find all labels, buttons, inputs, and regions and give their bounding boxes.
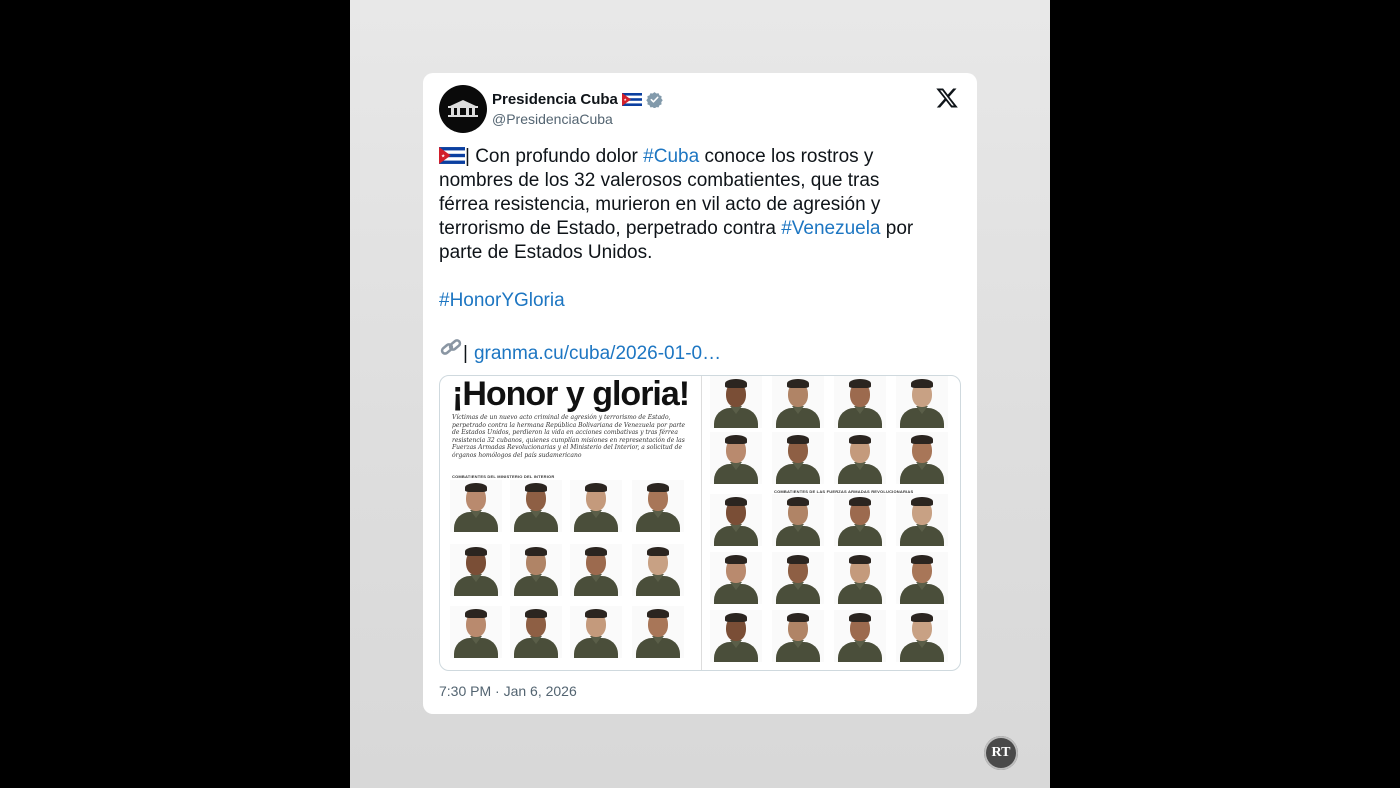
section-heading-minint: COMBATIENTES DEL MINISTERIO DEL INTERIOR: [452, 474, 555, 479]
tweet-timestamp[interactable]: 7:30 PM · Jan 6, 2026: [439, 683, 577, 699]
x-logo-icon[interactable]: [935, 86, 959, 110]
portrait: [510, 606, 562, 658]
portrait: [710, 494, 762, 546]
portrait: [570, 480, 622, 532]
tweet-text-segment: conoce los rostros y: [699, 146, 874, 167]
portrait: [896, 494, 948, 546]
portrait: [710, 432, 762, 484]
tweet-line-3: férrea resistencia, murieron en vil acto…: [439, 194, 881, 215]
portrait: [450, 544, 502, 596]
rt-watermark: RT: [984, 736, 1018, 770]
verified-badge-icon: [646, 91, 663, 108]
portrait: [710, 552, 762, 604]
portrait: [834, 432, 886, 484]
portrait: [772, 552, 824, 604]
cuba-flag-icon: [439, 147, 465, 164]
portrait: [772, 610, 824, 662]
poster-title: ¡Honor y gloria!: [452, 375, 690, 413]
hashtag-venezuela[interactable]: #Venezuela: [781, 218, 880, 239]
article-link[interactable]: granma.cu/cuba/2026-01-0…: [474, 343, 721, 364]
portrait: [450, 480, 502, 532]
tweet-line-5: parte de Estados Unidos.: [439, 242, 653, 263]
video-frame: Presidencia Cuba @PresidenciaCuba | Con …: [350, 0, 1050, 788]
media-right-panel: COMBATIENTES DE LAS FUERZAS ARMADAS REVO…: [704, 376, 960, 670]
portrait: [896, 432, 948, 484]
portrait: [450, 606, 502, 658]
tweet-text-segment: terrorismo de Estado, perpetrado contra: [439, 218, 782, 239]
portrait: [772, 494, 824, 546]
tweet-text: | Con profundo dolor #Cuba conoce los ro…: [439, 145, 959, 366]
portrait: [710, 610, 762, 662]
media-divider: [701, 376, 702, 670]
portrait: [834, 376, 886, 428]
portrait: [896, 376, 948, 428]
portrait: [896, 610, 948, 662]
media-image[interactable]: ¡Honor y gloria! Víctimas de un nuevo ac…: [439, 375, 961, 671]
author-name-row[interactable]: Presidencia Cuba: [492, 88, 663, 110]
link-row: | granma.cu/cuba/2026-01-0…: [439, 337, 959, 366]
display-name[interactable]: Presidencia Cuba: [492, 91, 618, 108]
portrait: [772, 432, 824, 484]
cuba-flag-icon: [621, 92, 642, 106]
hashtag-cuba[interactable]: #Cuba: [643, 146, 699, 167]
tweet-line-2: nombres de los 32 valerosos combatientes…: [439, 170, 880, 191]
portrait: [510, 544, 562, 596]
hashtag-honorygloria[interactable]: #HonorYGloria: [439, 290, 565, 311]
poster-subtitle: Víctimas de un nuevo acto criminal de ag…: [452, 414, 686, 459]
portrait: [896, 552, 948, 604]
author-handle[interactable]: @PresidenciaCuba: [492, 111, 613, 127]
tweet-text-segment: | Con profundo dolor: [465, 146, 644, 167]
tweet-line-1: | Con profundo dolor #Cuba conoce los ro…: [439, 145, 959, 169]
link-separator: |: [463, 343, 468, 364]
portrait: [710, 376, 762, 428]
portrait: [570, 606, 622, 658]
portrait: [834, 494, 886, 546]
portrait: [834, 610, 886, 662]
portrait: [510, 480, 562, 532]
avatar[interactable]: [439, 85, 487, 133]
tweet-text-segment: por: [880, 218, 914, 239]
presidencia-seal-icon: [448, 100, 478, 117]
portrait: [834, 552, 886, 604]
tweet-line-4: terrorismo de Estado, perpetrado contra …: [439, 217, 959, 241]
portrait: [570, 544, 622, 596]
portrait: [632, 480, 684, 532]
tweet-card: Presidencia Cuba @PresidenciaCuba | Con …: [423, 73, 977, 714]
portrait: [632, 606, 684, 658]
portrait: [632, 544, 684, 596]
media-left-panel: ¡Honor y gloria! Víctimas de un nuevo ac…: [440, 375, 700, 670]
link-icon: [440, 339, 462, 355]
portrait: [772, 376, 824, 428]
